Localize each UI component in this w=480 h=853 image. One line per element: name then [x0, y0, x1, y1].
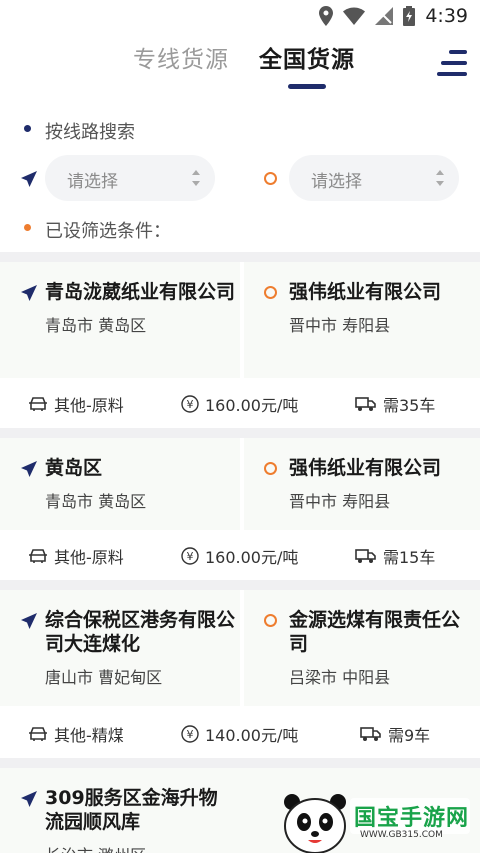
send-icon — [21, 171, 37, 187]
watermark: 国宝手游网 WWW.GB315.COM — [280, 790, 480, 853]
destination-company: 强伟纸业有限公司 — [289, 457, 442, 479]
cargo-listing-card[interactable]: 青岛泷葳纸业有限公司 青岛市 黄岛区 强伟纸业有限公司 晋中市 寿阳县 其他-原… — [0, 262, 480, 426]
origin-send-icon — [21, 461, 37, 477]
cargo-category: 其他-原料 — [54, 548, 124, 567]
cargo-tabs: 专线货源 全国货源 — [0, 40, 480, 92]
origin-city: 青岛市 黄岛区 — [45, 492, 147, 511]
origin-company: 青岛泷葳纸业有限公司 — [45, 281, 236, 303]
destination-city: 吕梁市 中阳县 — [289, 668, 391, 687]
signal-off-icon — [375, 7, 394, 25]
bullet-dot — [24, 125, 31, 132]
active-tab-indicator — [288, 84, 326, 89]
filters-label: 已设筛选条件： — [45, 221, 171, 242]
watermark-url: WWW.GB315.COM — [360, 830, 443, 840]
cargo-category: 其他-原料 — [54, 396, 124, 415]
destination-select[interactable]: 请选择 — [289, 155, 459, 201]
yuan-icon: ¥ — [181, 395, 199, 413]
destination-ring-icon — [264, 462, 277, 475]
route-panel: 综合保税区港务有限公司大连煤化 唐山市 曹妃甸区 金源选煤有限责任公司 吕梁市 … — [0, 590, 480, 706]
destination-city: 晋中市 寿阳县 — [289, 492, 391, 511]
select-arrows-icon — [192, 170, 200, 186]
battery-charging-icon — [403, 6, 416, 26]
origin-send-icon — [21, 791, 37, 807]
destination-ring-icon — [264, 172, 277, 185]
origin-send-icon — [21, 285, 37, 301]
cargo-listing-card[interactable]: 综合保税区港务有限公司大连煤化 唐山市 曹妃甸区 金源选煤有限责任公司 吕梁市 … — [0, 590, 480, 758]
tab-nationwide[interactable]: 全国货源 — [259, 40, 355, 74]
origin-select[interactable]: 请选择 — [45, 155, 215, 201]
cargo-listing-card[interactable]: 黄岛区 青岛市 黄岛区 强伟纸业有限公司 晋中市 寿阳县 其他-原料 ¥ 160… — [0, 438, 480, 578]
location-icon — [319, 6, 334, 26]
cargo-type-icon — [29, 397, 47, 411]
divider — [0, 428, 480, 438]
watermark-brand: 国宝手游网 — [354, 806, 470, 831]
vehicles-needed: 需35车 — [383, 396, 436, 415]
origin-company: 309服务区金海升物流园顺风库 — [45, 787, 218, 833]
cargo-category: 其他-精煤 — [54, 726, 124, 745]
column-divider — [240, 590, 244, 706]
origin-city: 长治市 潞州区 — [45, 842, 235, 853]
listing-meta: 其他-原料 ¥ 160.00元/吨 需15车 — [0, 532, 480, 578]
yuan-icon: ¥ — [181, 725, 199, 743]
destination-ring-icon — [264, 614, 277, 627]
column-divider — [240, 262, 244, 378]
origin-company: 综合保税区港务有限公司大连煤化 — [45, 609, 236, 655]
freight-price: 160.00元/吨 — [205, 396, 299, 415]
wifi-icon — [343, 7, 366, 25]
bullet-dot — [24, 224, 31, 231]
route-search-title: 按线路搜索 — [45, 122, 135, 143]
filters-row: 已设筛选条件： — [0, 217, 480, 242]
cargo-type-icon — [29, 549, 47, 563]
origin-city: 青岛市 黄岛区 — [45, 316, 147, 335]
divider — [0, 758, 480, 768]
divider — [0, 580, 480, 590]
freight-price: 160.00元/吨 — [205, 548, 299, 567]
origin-send-icon — [21, 613, 37, 629]
origin-placeholder: 请选择 — [67, 172, 118, 192]
divider — [0, 252, 480, 262]
freight-price: 140.00元/吨 — [205, 726, 299, 745]
route-panel: 青岛泷葳纸业有限公司 青岛市 黄岛区 强伟纸业有限公司 晋中市 寿阳县 — [0, 262, 480, 378]
menu-icon[interactable] — [437, 50, 467, 78]
destination-company: 金源选煤有限责任公司 — [289, 609, 461, 655]
destination-city: 晋中市 寿阳县 — [289, 316, 391, 335]
column-divider — [240, 438, 244, 530]
destination-placeholder: 请选择 — [311, 172, 362, 192]
truck-icon — [355, 397, 376, 411]
listing-meta: 其他-原料 ¥ 160.00元/吨 需35车 — [0, 380, 480, 426]
destination-company: 强伟纸业有限公司 — [289, 281, 442, 303]
listing-meta: 其他-精煤 ¥ 140.00元/吨 需9车 — [0, 710, 480, 756]
tab-dedicated-line[interactable]: 专线货源 — [133, 40, 229, 74]
cargo-type-icon — [29, 727, 47, 741]
origin-company: 黄岛区 — [45, 457, 103, 479]
clock: 4:39 — [425, 5, 468, 27]
destination-ring-icon — [264, 286, 277, 299]
yuan-icon: ¥ — [181, 547, 199, 565]
status-bar: 4:39 — [0, 0, 480, 32]
select-arrows-icon — [436, 170, 444, 186]
vehicles-needed: 需15车 — [383, 548, 436, 567]
route-panel: 黄岛区 青岛市 黄岛区 强伟纸业有限公司 晋中市 寿阳县 — [0, 438, 480, 530]
truck-icon — [355, 549, 376, 563]
svg-text:¥: ¥ — [187, 550, 194, 563]
route-search-header: 按线路搜索 — [0, 118, 480, 143]
vehicles-needed: 需9车 — [388, 726, 431, 745]
svg-text:¥: ¥ — [187, 398, 194, 411]
origin-city: 唐山市 曹妃甸区 — [45, 668, 163, 687]
svg-text:¥: ¥ — [187, 728, 194, 741]
truck-icon — [360, 727, 381, 741]
